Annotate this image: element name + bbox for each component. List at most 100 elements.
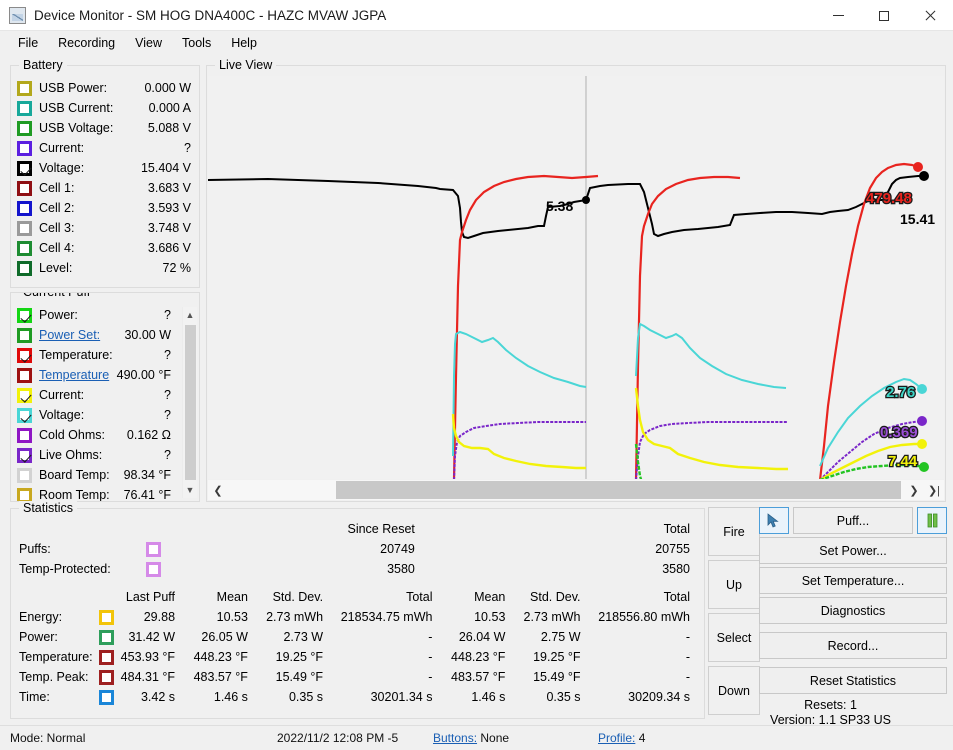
- battery-checkbox[interactable]: [17, 161, 32, 176]
- reset-statistics-button[interactable]: Reset Statistics: [759, 667, 947, 694]
- battery-label: Level:: [39, 261, 163, 275]
- battery-value: ?: [184, 141, 199, 155]
- menu-item-recording[interactable]: Recording: [48, 33, 125, 53]
- statistics-row-checkbox[interactable]: [99, 650, 114, 665]
- current-puff-checkbox[interactable]: [17, 448, 32, 463]
- chevron-left-icon[interactable]: ❮: [208, 480, 228, 500]
- reset-statistics-label: Reset Statistics: [810, 674, 896, 688]
- current-puff-label[interactable]: Power Set:: [39, 328, 124, 342]
- battery-value: 3.593 V: [148, 201, 199, 215]
- menu-item-file[interactable]: File: [8, 33, 48, 53]
- chevron-down-icon[interactable]: ▼: [183, 482, 197, 498]
- menu-item-help[interactable]: Help: [221, 33, 267, 53]
- chart-app-icon: [9, 7, 26, 24]
- battery-checkbox[interactable]: [17, 241, 32, 256]
- statistics-row-checkbox[interactable]: [99, 610, 114, 625]
- statistics-counter-row: Puffs:2074920755: [11, 539, 706, 559]
- current-puff-checkbox[interactable]: [17, 328, 32, 343]
- current-puff-value: 76.41 °F: [124, 488, 179, 502]
- current-puff-value: ?: [164, 348, 179, 362]
- pause-button[interactable]: [917, 507, 947, 534]
- scrollbar-thumb[interactable]: [185, 325, 196, 480]
- counter-checkbox[interactable]: [146, 562, 161, 577]
- statistics-row-checkbox[interactable]: [99, 690, 114, 705]
- buttons-link-label[interactable]: Buttons:: [433, 731, 477, 745]
- current-puff-checkbox[interactable]: [17, 408, 32, 423]
- scroll-to-end-icon[interactable]: ❯|: [924, 480, 944, 500]
- battery-checkbox[interactable]: [17, 181, 32, 196]
- cursor-mode-button[interactable]: [759, 507, 789, 534]
- status-mode: Mode: Normal: [10, 731, 85, 745]
- current-puff-label: Cold Ohms:: [39, 428, 127, 442]
- up-button[interactable]: Up: [708, 560, 760, 609]
- set-power-button[interactable]: Set Power...: [759, 537, 947, 564]
- profile-link-label[interactable]: Profile:: [598, 731, 635, 745]
- statistics-row-checkbox[interactable]: [99, 630, 114, 645]
- plot-label-2-76: 2.76: [886, 384, 915, 401]
- current-puff-checkbox[interactable]: [17, 368, 32, 383]
- chevron-right-icon[interactable]: ❯: [904, 480, 924, 500]
- status-profile-link[interactable]: Profile: 4: [598, 731, 645, 745]
- current-puff-checkbox[interactable]: [17, 388, 32, 403]
- battery-row: Cell 2:3.593 V: [11, 198, 199, 218]
- statistics-row-checkbox[interactable]: [99, 670, 114, 685]
- battery-checkbox[interactable]: [17, 81, 32, 96]
- power-trace-2: [636, 444, 788, 479]
- battery-checkbox[interactable]: [17, 221, 32, 236]
- battery-checkbox[interactable]: [17, 261, 32, 276]
- pause-icon: [926, 513, 939, 528]
- pointer-arrow-icon: [767, 513, 781, 528]
- total-header: Total: [431, 519, 706, 539]
- puff-button[interactable]: Puff...: [793, 507, 913, 534]
- status-buttons-link[interactable]: Buttons: None: [433, 731, 509, 745]
- battery-checkbox[interactable]: [17, 201, 32, 216]
- diagnostics-button[interactable]: Diagnostics: [759, 597, 947, 624]
- live-view-horizontal-scrollbar[interactable]: ❮ ❯ ❯|: [208, 480, 944, 500]
- statistics-cell: 2.73 mWh: [521, 607, 596, 627]
- statistics-header-row: Last PuffMeanStd. Dev.TotalMeanStd. Dev.…: [11, 587, 706, 607]
- menu-item-view[interactable]: View: [125, 33, 172, 53]
- current-puff-checkbox[interactable]: [17, 348, 32, 363]
- current-puff-checkbox[interactable]: [17, 308, 32, 323]
- battery-label: Cell 3:: [39, 221, 148, 235]
- statistics-row: Energy:29.8810.532.73 mWh218534.75 mWh10…: [11, 607, 706, 627]
- current-puff-row: Power:?: [11, 305, 179, 325]
- current-puff-row: Live Ohms:?: [11, 445, 179, 465]
- close-button[interactable]: [907, 0, 953, 31]
- current-puff-scrollbar[interactable]: ▲ ▼: [182, 307, 197, 498]
- statistics-cell: 2.75 W: [521, 627, 596, 647]
- fire-button[interactable]: Fire: [708, 507, 760, 556]
- status-datetime: 2022/11/2 12:08 PM -5: [277, 731, 398, 745]
- current-puff-label[interactable]: Temperature: [39, 368, 117, 382]
- chevron-up-icon[interactable]: ▲: [183, 307, 197, 323]
- battery-checkbox[interactable]: [17, 101, 32, 116]
- current-puff-checkbox[interactable]: [17, 468, 32, 483]
- current-puff-row: Power Set:30.00 W: [11, 325, 179, 345]
- record-button[interactable]: Record...: [759, 632, 947, 659]
- live-view-plot[interactable]: 5.38479.4815.412.760.3697.4420.27: [208, 76, 944, 479]
- live-voltage-trace-2: [636, 324, 786, 388]
- battery-checkbox[interactable]: [17, 121, 32, 136]
- menu-item-tools[interactable]: Tools: [172, 33, 221, 53]
- battery-checkbox[interactable]: [17, 141, 32, 156]
- current-puff-checkbox[interactable]: [17, 488, 32, 503]
- column-header-0: Last Puff: [117, 587, 191, 607]
- statistics-cell: 31.42 W: [117, 627, 191, 647]
- maximize-button[interactable]: [861, 0, 907, 31]
- current-puff-checkbox[interactable]: [17, 428, 32, 443]
- battery-row: Voltage:15.404 V: [11, 158, 199, 178]
- set-temperature-button[interactable]: Set Temperature...: [759, 567, 947, 594]
- current-puff-panel: Current Puff Power:?Power Set:30.00 WTem…: [10, 292, 200, 502]
- scrollbar-thumb[interactable]: [336, 481, 900, 499]
- scrollbar-track[interactable]: [228, 480, 904, 500]
- statistics-row-label: Energy:: [11, 607, 99, 627]
- battery-row: USB Current:0.000 A: [11, 98, 199, 118]
- column-header-3: Total: [339, 587, 448, 607]
- select-button[interactable]: Select: [708, 613, 760, 662]
- battery-value: 5.088 V: [148, 121, 199, 135]
- minimize-button[interactable]: [815, 0, 861, 31]
- battery-label: Voltage:: [39, 161, 141, 175]
- counter-checkbox[interactable]: [146, 542, 161, 557]
- voltage-cursor-marker: [582, 196, 590, 204]
- statistics-counters-header: Since ResetTotal: [11, 519, 706, 539]
